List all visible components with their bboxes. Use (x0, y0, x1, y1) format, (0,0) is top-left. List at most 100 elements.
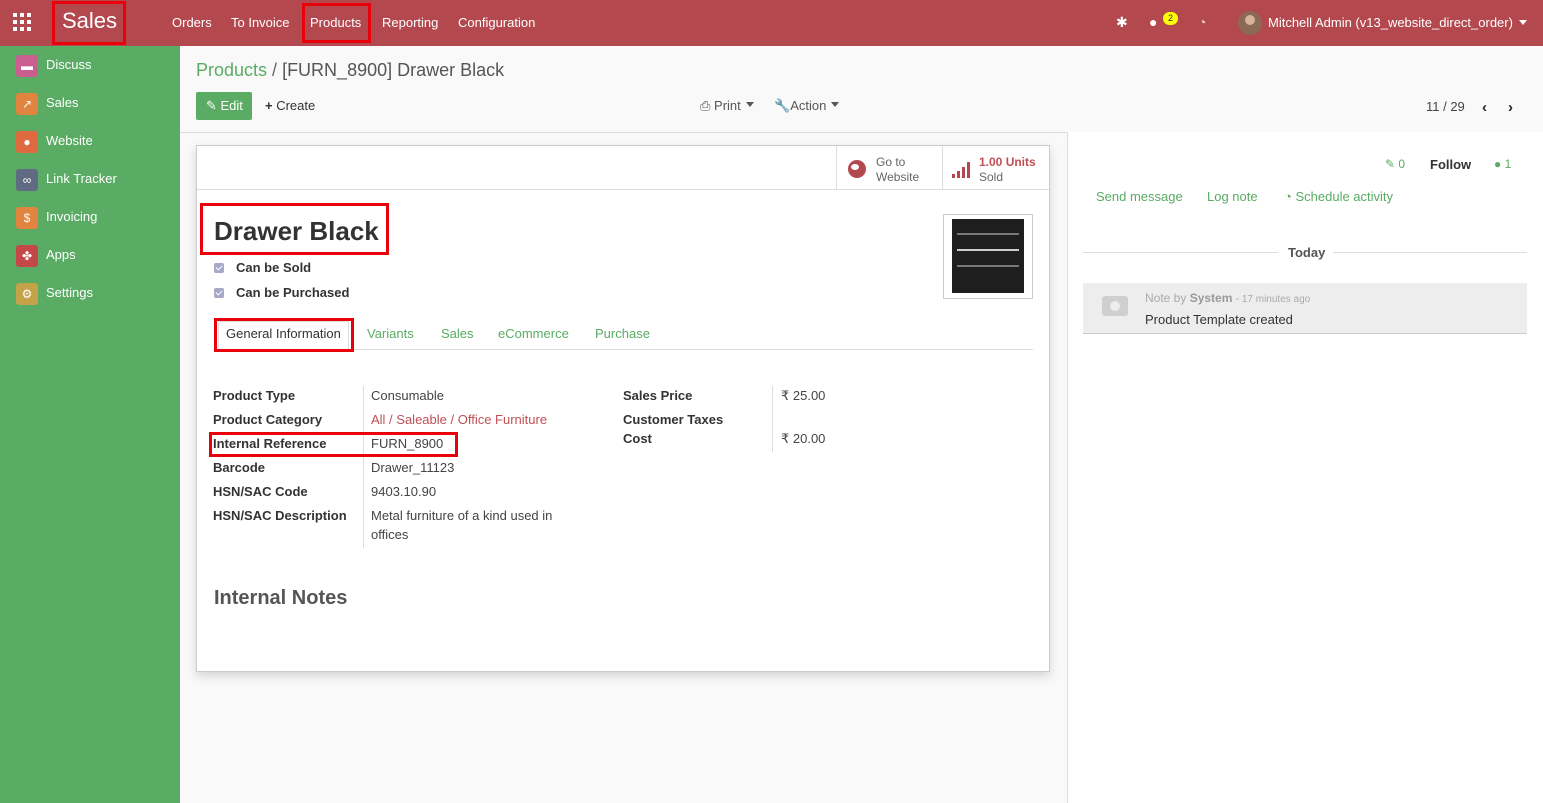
send-message-button[interactable]: Send message (1096, 189, 1183, 204)
product-type-value: Consumable (371, 388, 444, 403)
printer-icon: ⎙ (700, 98, 711, 113)
pager-value[interactable]: 11 / 29 (1426, 99, 1465, 114)
app-brand[interactable]: Sales (62, 8, 117, 34)
tab-general-information-label: General Information (226, 326, 341, 341)
sidebar-item-label: Link Tracker (46, 171, 117, 186)
avatar[interactable] (1238, 11, 1262, 35)
website-label-2: Website (876, 170, 920, 184)
sidebar-item-link-tracker[interactable]: ∞ Link Tracker (0, 160, 180, 198)
chevron-left-icon[interactable]: ‹ (1482, 99, 1487, 116)
sales-chart-icon: ↗ (16, 93, 38, 115)
message-author: System (1189, 291, 1233, 305)
signal-bars-icon (952, 162, 974, 178)
can-be-purchased-label: Can be Purchased (236, 285, 350, 300)
attachments-count: 0 (1398, 157, 1406, 171)
units-sold-value: 1.00 Units (979, 155, 1036, 169)
cost-label: Cost (623, 431, 652, 446)
breadcrumb-separator: / (272, 60, 278, 80)
tab-ecommerce[interactable]: eCommerce (498, 326, 569, 341)
edit-label: Edit (220, 98, 243, 113)
invoice-icon: $ (16, 207, 38, 229)
units-sold-label: Sold (979, 170, 1004, 184)
date-separator: Today (1288, 245, 1326, 260)
drawer-picture (952, 219, 1024, 293)
internal-reference-value: FURN_8900 (371, 436, 444, 451)
breadcrumb: Products / [FURN_8900] Drawer Black (196, 60, 504, 81)
sidebar-item-label: Discuss (46, 57, 92, 72)
message-time: - 17 minutes ago (1235, 294, 1311, 305)
product-type-label: Product Type (213, 388, 296, 403)
schedule-activity-button[interactable]: ◔ Schedule activity (1284, 189, 1393, 204)
log-note-button[interactable]: Log note (1207, 189, 1258, 204)
globe-icon (848, 160, 866, 178)
sidebar-item-apps[interactable]: ✤ Apps (0, 236, 180, 274)
sidebar-item-website[interactable]: ● Website (0, 122, 180, 160)
product-category-link[interactable]: All / Saleable / Office Furniture (371, 412, 547, 427)
followers-count: 1 (1504, 157, 1512, 171)
chevron-right-icon[interactable]: › (1508, 99, 1513, 116)
create-button[interactable]: + Create (265, 98, 315, 113)
product-image[interactable] (943, 214, 1033, 299)
page-title: [FURN_8900] Drawer Black (282, 60, 505, 80)
can-be-sold-checkbox[interactable] (214, 263, 224, 273)
menu-orders[interactable]: Orders (172, 15, 212, 30)
message-meta: Note by System - 17 minutes ago (1145, 291, 1310, 305)
tab-variants[interactable]: Variants (367, 326, 414, 341)
chevron-down-icon (745, 102, 754, 108)
clock-icon[interactable]: ◔ (1198, 14, 1206, 30)
website-label-1: Go to (876, 155, 906, 169)
attachments-button[interactable]: ✎ 0 (1385, 157, 1405, 171)
edit-button[interactable]: ✎ Edit (196, 92, 252, 120)
customer-taxes-label: Customer Taxes (623, 412, 724, 427)
messages-badge: 2 (1163, 12, 1178, 25)
sidebar-item-label: Invoicing (46, 209, 98, 224)
tab-purchase[interactable]: Purchase (595, 326, 650, 341)
print-label: Print (714, 98, 741, 113)
menu-configuration[interactable]: Configuration (458, 15, 535, 30)
apps-grid-icon[interactable] (13, 13, 33, 33)
hsn-code-label: HSN/SAC Code (213, 484, 308, 499)
sidebar-item-sales[interactable]: ↗ Sales (0, 84, 180, 122)
message-type: Note by (1145, 291, 1187, 305)
chat-icon[interactable]: ● (1149, 14, 1157, 30)
hsn-description-value-1: Metal furniture of a kind used in (371, 508, 553, 523)
menu-reporting[interactable]: Reporting (382, 15, 438, 30)
paperclip-icon: ✎ (1385, 157, 1396, 171)
clock-icon: ◔ (1284, 189, 1292, 204)
internal-notes-heading: Internal Notes (214, 587, 348, 609)
chevron-down-icon[interactable] (1519, 20, 1527, 25)
followers-button[interactable]: ● 1 (1494, 157, 1511, 171)
sidebar-item-label: Apps (46, 247, 76, 262)
tab-sales[interactable]: Sales (441, 326, 474, 341)
menu-to-invoice[interactable]: To Invoice (231, 15, 290, 30)
sidebar-item-invoicing[interactable]: $ Invoicing (0, 198, 180, 236)
bug-icon[interactable]: ✱ (1116, 14, 1128, 31)
divider (1083, 252, 1278, 253)
cost-value: ₹ 20.00 (781, 431, 826, 446)
print-button[interactable]: ⎙ Print (700, 98, 754, 114)
sidebar-item-discuss[interactable]: ▬ Discuss (0, 46, 180, 84)
sidebar-item-settings[interactable]: ⚙ Settings (0, 274, 180, 312)
products-highlight (302, 3, 371, 43)
sidebar: ▬ Discuss ↗ Sales ● Website ∞ Link Track… (0, 46, 180, 803)
follow-button[interactable]: Follow (1430, 157, 1471, 172)
sidebar-item-label: Settings (46, 285, 93, 300)
product-category-label: Product Category (213, 412, 323, 427)
globe-icon: ● (16, 131, 38, 153)
hsn-description-value-2: offices (371, 527, 409, 542)
breadcrumb-products[interactable]: Products (196, 60, 267, 80)
action-button[interactable]: 🔧Action (774, 98, 840, 114)
field-divider (363, 386, 364, 548)
can-be-sold-label: Can be Sold (236, 260, 312, 275)
hsn-code-value: 9403.10.90 (371, 484, 437, 499)
message-body: Product Template created (1145, 312, 1293, 327)
user-menu[interactable]: Mitchell Admin (v13_website_direct_order… (1268, 15, 1513, 30)
wrench-icon: 🔧 (774, 98, 791, 113)
can-be-purchased-checkbox[interactable] (214, 288, 224, 298)
chatter-panel (1067, 132, 1543, 803)
hsn-description-label: HSN/SAC Description (213, 508, 347, 523)
field-divider (772, 386, 773, 452)
create-label: Create (276, 98, 316, 113)
user-icon: ● (1494, 157, 1502, 171)
barcode-label: Barcode (213, 460, 266, 475)
